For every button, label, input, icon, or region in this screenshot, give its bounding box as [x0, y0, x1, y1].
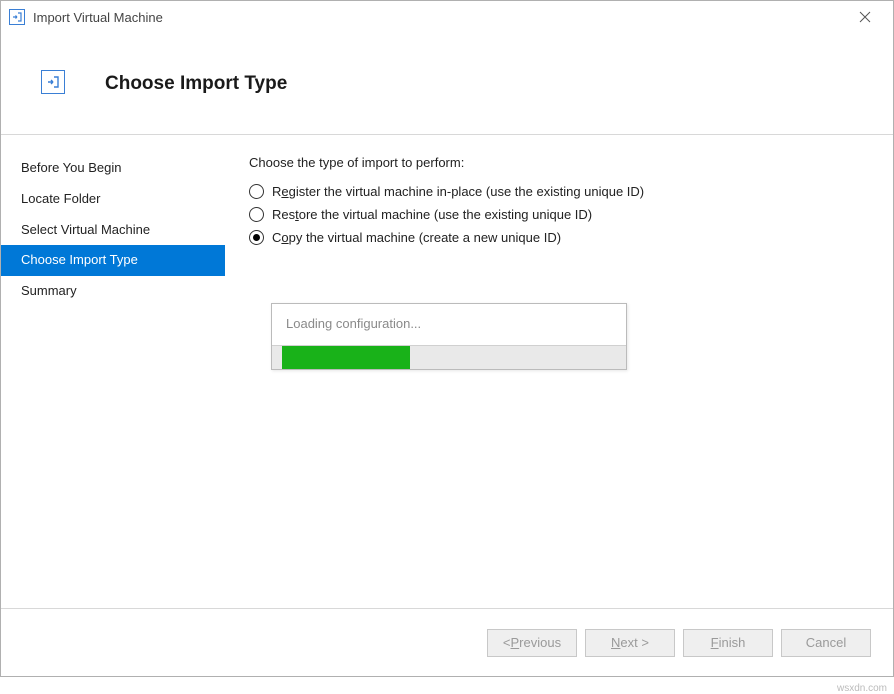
wizard-header: Choose Import Type — [1, 33, 893, 135]
progress-bar — [272, 345, 626, 369]
import-type-group: Register the virtual machine in-place (u… — [249, 184, 869, 245]
step-locate-folder[interactable]: Locate Folder — [1, 184, 225, 215]
option-copy[interactable]: Copy the virtual machine (create a new u… — [249, 230, 869, 245]
step-select-virtual-machine[interactable]: Select Virtual Machine — [1, 215, 225, 246]
instruction-text: Choose the type of import to perform: — [249, 155, 869, 170]
step-choose-import-type[interactable]: Choose Import Type — [1, 245, 225, 276]
wizard-footer: < Previous Next > Finish Cancel — [1, 608, 893, 676]
wizard-body: Before You Begin Locate Folder Select Vi… — [1, 135, 893, 608]
finish-button[interactable]: Finish — [683, 629, 773, 657]
radio-icon — [249, 207, 264, 222]
wizard-steps-sidebar: Before You Begin Locate Folder Select Vi… — [1, 135, 225, 608]
progress-fill — [282, 346, 410, 369]
titlebar: Import Virtual Machine — [1, 1, 893, 33]
import-icon — [41, 70, 65, 94]
option-restore[interactable]: Restore the virtual machine (use the exi… — [249, 207, 869, 222]
radio-icon — [249, 184, 264, 199]
step-before-you-begin[interactable]: Before You Begin — [1, 153, 225, 184]
page-title: Choose Import Type — [105, 73, 287, 95]
next-button[interactable]: Next > — [585, 629, 675, 657]
radio-label: Register the virtual machine in-place (u… — [272, 184, 644, 199]
watermark-text: wsxdn.com — [837, 683, 887, 694]
radio-label: Restore the virtual machine (use the exi… — [272, 207, 592, 222]
window-title: Import Virtual Machine — [33, 10, 845, 25]
radio-icon — [249, 230, 264, 245]
option-register-in-place[interactable]: Register the virtual machine in-place (u… — [249, 184, 869, 199]
import-icon — [9, 9, 25, 25]
step-summary[interactable]: Summary — [1, 276, 225, 307]
previous-button[interactable]: < Previous — [487, 629, 577, 657]
wizard-content: Choose the type of import to perform: Re… — [225, 135, 893, 608]
close-button[interactable] — [845, 3, 885, 31]
loading-progress-dialog: Loading configuration... — [271, 303, 627, 370]
radio-label: Copy the virtual machine (create a new u… — [272, 230, 561, 245]
wizard-window: Import Virtual Machine Choose Import Typ… — [0, 0, 894, 677]
loading-text: Loading configuration... — [272, 304, 626, 345]
cancel-button[interactable]: Cancel — [781, 629, 871, 657]
